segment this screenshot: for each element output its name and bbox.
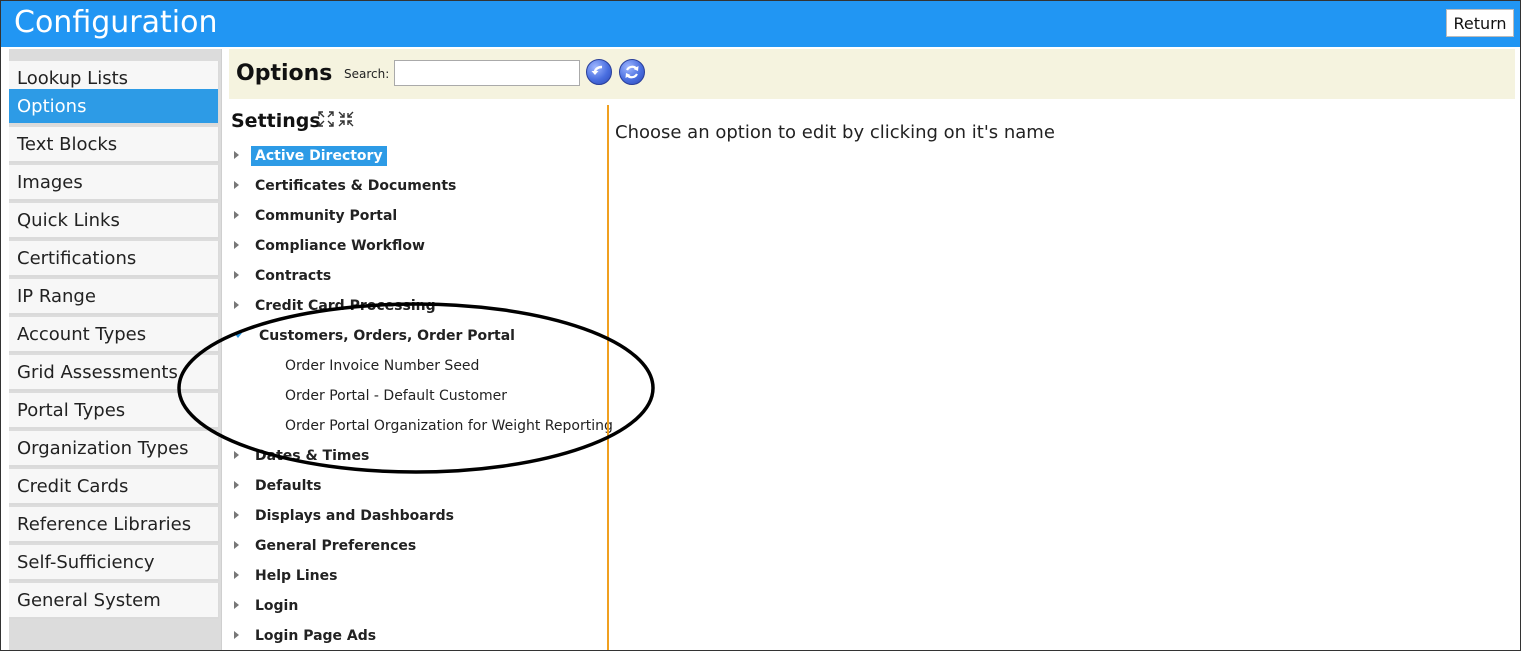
sidebar-item-portal-types[interactable]: Portal Types <box>9 393 219 429</box>
sidebar-item-ip-range[interactable]: IP Range <box>9 279 219 315</box>
sidebar-item-images[interactable]: Images <box>9 165 219 201</box>
caret-right-icon[interactable] <box>234 211 239 219</box>
collapse-all-icon[interactable] <box>338 111 354 127</box>
caret-right-icon[interactable] <box>234 481 239 489</box>
sidebar-item-general-system[interactable]: General System <box>9 583 219 619</box>
tree-item-label[interactable]: Community Portal <box>255 208 397 224</box>
sidebar-item-self-sufficiency-libraries[interactable]: Self-Sufficiency Libraries <box>9 545 219 609</box>
tree-item-label[interactable]: Customers, Orders, Order Portal <box>259 328 515 344</box>
caret-right-icon[interactable] <box>234 541 239 549</box>
tree-item-label[interactable]: Credit Card Processing <box>255 298 436 314</box>
caret-right-icon[interactable] <box>234 511 239 519</box>
tree-item-label[interactable]: General Preferences <box>255 538 416 554</box>
caret-right-icon[interactable] <box>234 301 239 309</box>
tree-item-label[interactable]: Login Page Ads <box>255 628 376 644</box>
tree-item-contracts[interactable]: Contracts <box>234 264 331 288</box>
search-label: Search: <box>344 67 390 81</box>
caret-right-icon[interactable] <box>234 451 239 459</box>
refresh-icon[interactable] <box>619 59 645 85</box>
tree-item-customers-orders-order-portal[interactable]: Customers, Orders, Order Portal <box>234 324 515 348</box>
window-title: Configuration <box>14 5 218 40</box>
sidebar-item-account-types[interactable]: Account Types <box>9 317 219 353</box>
tree-item-credit-card-processing[interactable]: Credit Card Processing <box>234 294 436 318</box>
sidebar-item-text-blocks[interactable]: Text Blocks <box>9 127 219 163</box>
expand-all-icon[interactable] <box>318 111 334 127</box>
caret-right-icon[interactable] <box>234 151 239 159</box>
tree-item-label[interactable]: Contracts <box>255 268 331 284</box>
caret-right-icon[interactable] <box>234 631 239 639</box>
app-window: Configuration Return Lookup Lists Option… <box>0 0 1521 651</box>
return-button[interactable]: Return <box>1446 9 1514 37</box>
tree-item-label[interactable]: Compliance Workflow <box>255 238 425 254</box>
tree-item-login-page-ads[interactable]: Login Page Ads <box>234 624 376 648</box>
tree-item-compliance-workflow[interactable]: Compliance Workflow <box>234 234 425 258</box>
tree-item-label[interactable]: Defaults <box>255 478 321 494</box>
tree-item-label[interactable]: Help Lines <box>255 568 337 584</box>
tree-item-login[interactable]: Login <box>234 594 298 618</box>
sidebar-item-reference-libraries[interactable]: Reference Libraries <box>9 507 219 543</box>
sidebar-item-organization-types[interactable]: Organization Types <box>9 431 219 467</box>
back-arrow-icon[interactable] <box>586 59 612 85</box>
settings-title: Settings <box>231 110 321 132</box>
tree-item-defaults[interactable]: Defaults <box>234 474 321 498</box>
sidebar-item-grid-assessments[interactable]: Grid Assessments <box>9 355 219 391</box>
caret-right-icon[interactable] <box>234 571 239 579</box>
caret-right-icon[interactable] <box>234 601 239 609</box>
panel-divider[interactable] <box>607 105 609 650</box>
sidebar-item-options[interactable]: Options <box>9 89 219 125</box>
title-bar: Configuration Return <box>1 1 1520 47</box>
tree-item-label[interactable]: Displays and Dashboards <box>255 508 454 524</box>
sidebar-item-certifications[interactable]: Certifications <box>9 241 219 277</box>
tree-child-order-portal-default-customer[interactable]: Order Portal - Default Customer <box>285 384 507 408</box>
tree-item-label[interactable]: Login <box>255 598 298 614</box>
sidebar: Lookup Lists Options Text Blocks Images … <box>9 49 222 650</box>
options-header: Options Search: <box>229 49 1515 99</box>
tree-item-displays-dashboards[interactable]: Displays and Dashboards <box>234 504 454 528</box>
tree-item-label[interactable]: Dates & Times <box>255 448 369 464</box>
content-placeholder-message: Choose an option to edit by clicking on … <box>615 122 1055 143</box>
tree-item-dates-times[interactable]: Dates & Times <box>234 444 369 468</box>
sidebar-item-credit-cards[interactable]: Credit Cards <box>9 469 219 505</box>
sidebar-item-quick-links[interactable]: Quick Links <box>9 203 219 239</box>
tree-item-help-lines[interactable]: Help Lines <box>234 564 337 588</box>
caret-right-icon[interactable] <box>234 181 239 189</box>
tree-item-community-portal[interactable]: Community Portal <box>234 204 397 228</box>
tree-item-label[interactable]: Certificates & Documents <box>255 178 456 194</box>
caret-down-icon[interactable] <box>234 332 242 338</box>
search-input[interactable] <box>394 60 580 86</box>
tree-child-order-invoice-number-seed[interactable]: Order Invoice Number Seed <box>285 354 479 378</box>
caret-right-icon[interactable] <box>234 241 239 249</box>
page-title: Options <box>236 61 333 86</box>
tree-item-general-preferences[interactable]: General Preferences <box>234 534 416 558</box>
tree-item-certificates-documents[interactable]: Certificates & Documents <box>234 174 456 198</box>
caret-right-icon[interactable] <box>234 271 239 279</box>
tree-item-active-directory[interactable]: Active Directory <box>234 144 387 168</box>
tree-item-label[interactable]: Active Directory <box>251 146 387 166</box>
tree-child-order-portal-organization-weight-reporting[interactable]: Order Portal Organization for Weight Rep… <box>285 414 613 438</box>
